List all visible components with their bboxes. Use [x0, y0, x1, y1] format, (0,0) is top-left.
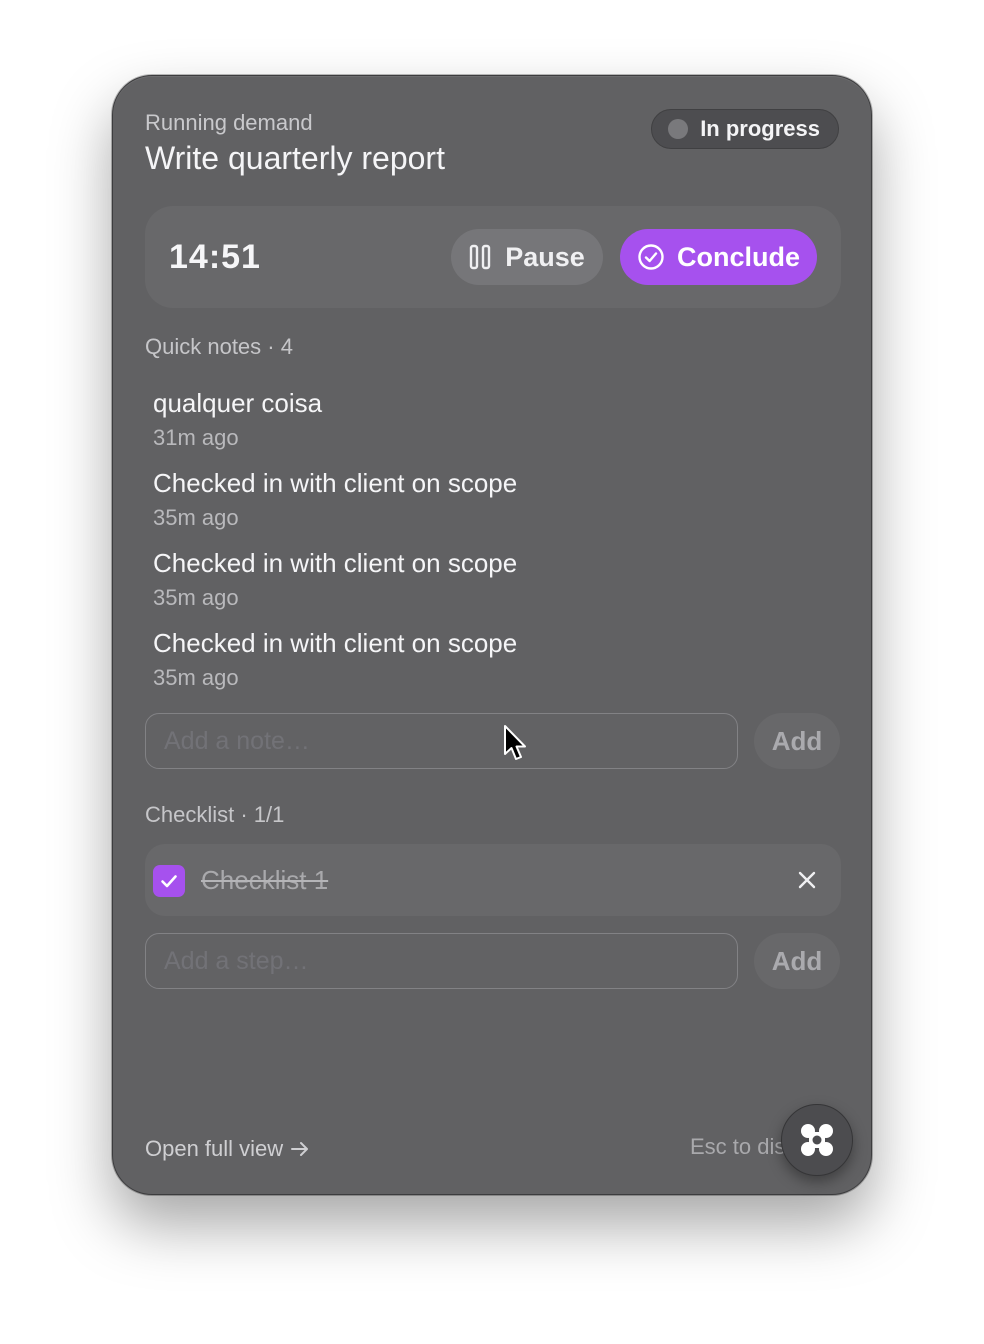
- conclude-button[interactable]: Conclude: [620, 229, 817, 285]
- add-note-button[interactable]: Add: [754, 713, 840, 769]
- note-text: Checked in with client on scope: [153, 468, 518, 498]
- add-step-button[interactable]: Add: [754, 933, 840, 989]
- conclude-label: Conclude: [676, 241, 800, 272]
- status-label: In progress: [700, 116, 820, 141]
- demand-popover: Running demand Write quarterly report In…: [112, 75, 872, 1195]
- status-dot-icon: [668, 119, 689, 139]
- note-time: 35m ago: [153, 665, 239, 690]
- note-item: Checked in with client on scope 35m ago: [153, 548, 517, 611]
- note-input[interactable]: [164, 726, 737, 756]
- pause-button[interactable]: Pause: [451, 229, 603, 285]
- checklist-item: Checklist 1: [145, 844, 841, 916]
- demand-title: Write quarterly report: [145, 140, 445, 176]
- notes-section-label: Quick notes · 4: [145, 334, 293, 359]
- four-leaf-icon: [801, 1124, 833, 1156]
- check-circle-icon: [638, 244, 664, 270]
- esc-hint: Esc to dismiss: [690, 1134, 785, 1159]
- note-text: Checked in with client on scope: [153, 628, 518, 658]
- checklist-section-label: Checklist · 1/1: [145, 802, 285, 827]
- pause-icon: [470, 244, 491, 270]
- timer-card: 14:51 Pause Conclude: [145, 206, 841, 308]
- note-time: 31m ago: [153, 425, 239, 450]
- note-text: Checked in with client on scope: [153, 548, 518, 578]
- note-input-field[interactable]: [145, 713, 738, 769]
- mouse-pointer-icon: [504, 725, 526, 760]
- note-text: qualquer coisa: [153, 388, 323, 418]
- note-item: Checked in with client on scope 35m ago: [153, 628, 517, 691]
- close-icon[interactable]: [795, 868, 819, 892]
- note-item: Checked in with client on scope 35m ago: [153, 468, 517, 531]
- checklist-checkbox[interactable]: [153, 865, 185, 897]
- note-time: 35m ago: [153, 585, 239, 610]
- arrow-right-icon: [291, 1142, 309, 1156]
- open-full-view-link[interactable]: Open full view: [145, 1136, 309, 1162]
- checklist-item-label: Checklist 1: [201, 865, 329, 895]
- checkmark-icon: [161, 875, 177, 888]
- step-input-field[interactable]: [145, 933, 738, 989]
- step-input[interactable]: [164, 946, 737, 976]
- app-launcher-button[interactable]: [781, 1104, 853, 1176]
- timer-display: 14:51: [169, 238, 261, 276]
- note-time: 35m ago: [153, 505, 239, 530]
- open-full-view-label: Open full view: [145, 1136, 284, 1161]
- panel-kicker: Running demand: [145, 110, 313, 135]
- status-badge[interactable]: In progress: [651, 109, 839, 149]
- note-item: qualquer coisa 31m ago: [153, 388, 322, 451]
- pause-label: Pause: [505, 241, 585, 272]
